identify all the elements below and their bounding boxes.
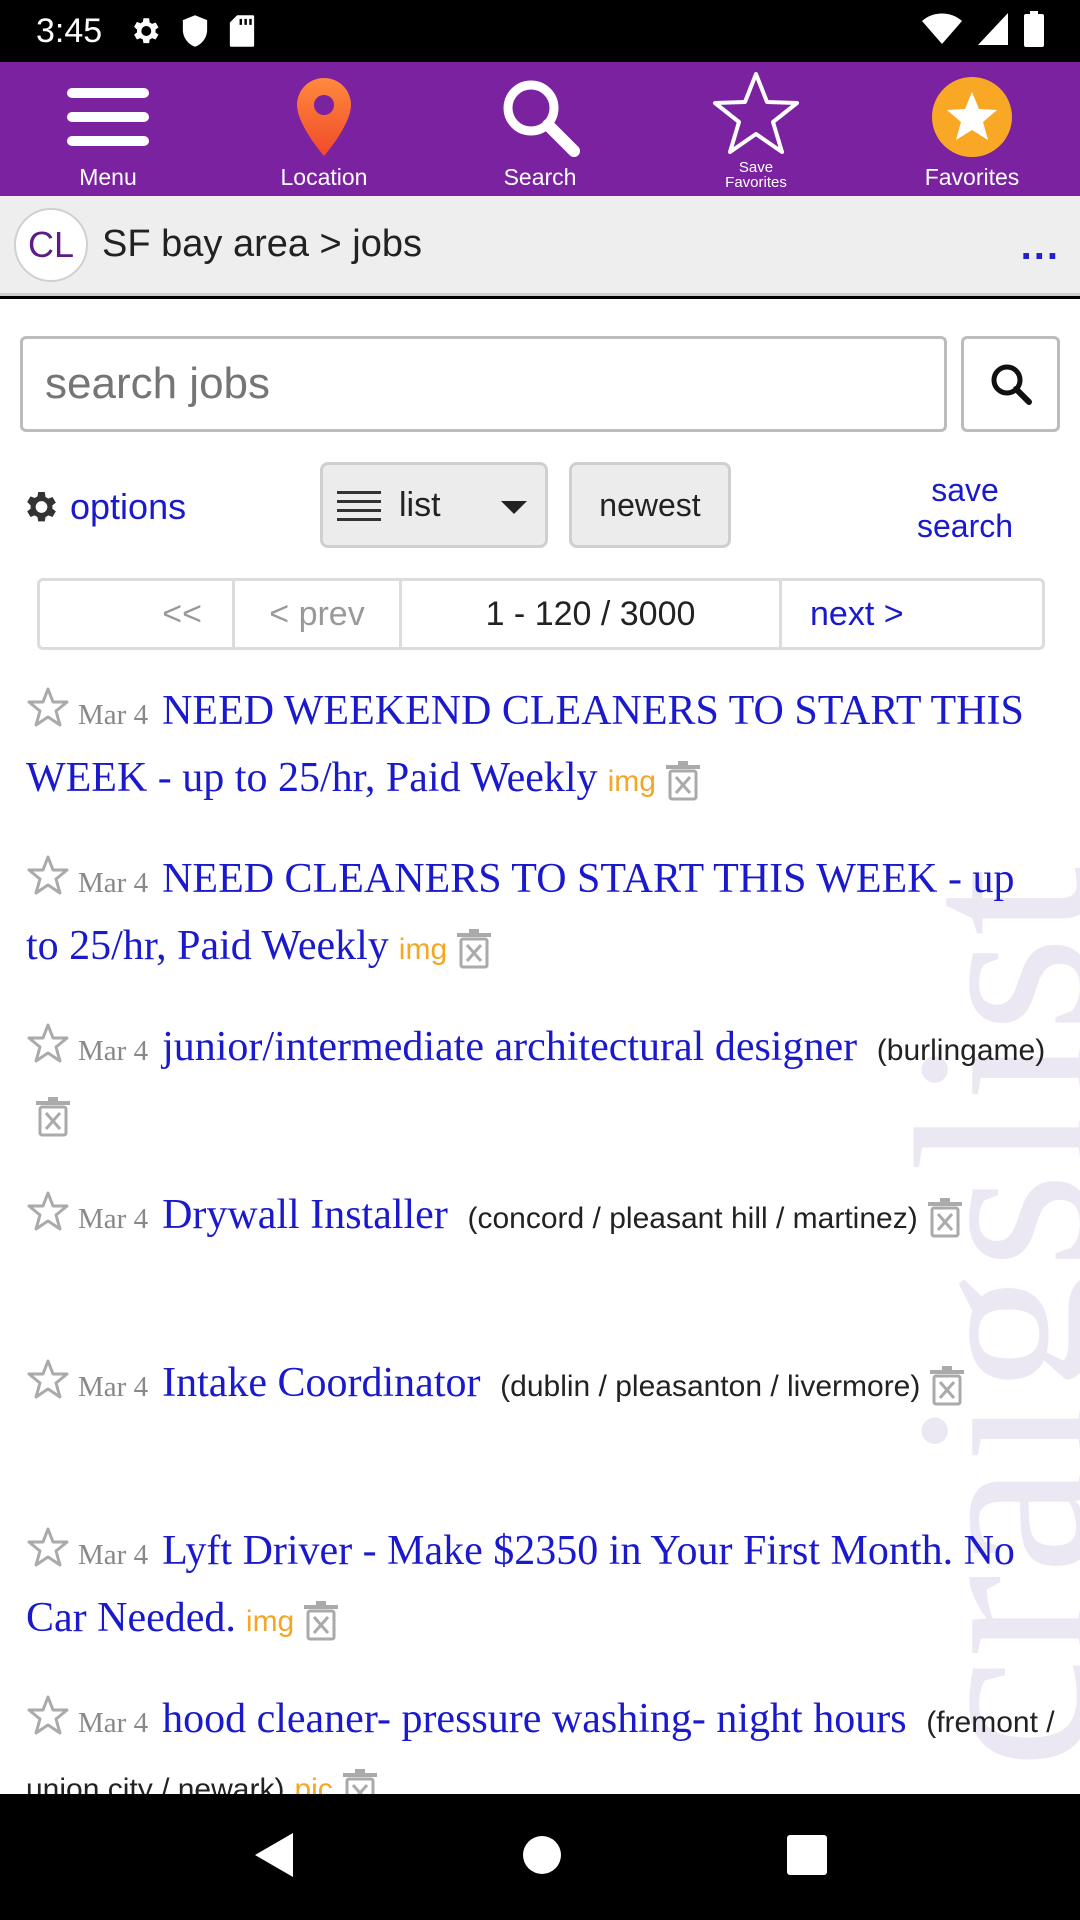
status-time: 3:45 bbox=[36, 11, 103, 50]
more-options-button[interactable]: ... bbox=[1021, 224, 1060, 269]
post-location: (concord / pleasant hill / martinez) bbox=[467, 1202, 918, 1235]
battery-icon bbox=[1024, 10, 1044, 52]
list-item: Mar 4 Lyft Driver - Make $2350 in Your Fi… bbox=[26, 1519, 1056, 1658]
post-title-link[interactable]: NEED CLEANERS TO START THIS WEEK - up to… bbox=[26, 856, 1015, 969]
chevron-down-icon bbox=[501, 501, 527, 514]
system-nav-bar bbox=[0, 1794, 1080, 1920]
post-title-link[interactable]: Intake Coordinator bbox=[162, 1360, 480, 1406]
page-range: 1 - 120 / 3000 bbox=[402, 581, 782, 647]
post-date: Mar 4 bbox=[78, 1203, 149, 1235]
main-content: craigslist options list newest savesearc… bbox=[0, 299, 1080, 1794]
hide-post-icon[interactable] bbox=[455, 924, 493, 986]
craigslist-logo[interactable]: CL bbox=[14, 207, 88, 282]
view-mode-select[interactable]: list bbox=[320, 462, 548, 548]
post-date: Mar 4 bbox=[78, 1707, 149, 1739]
list-item: Mar 4 Intake Coordinator (dublin / pleasa… bbox=[26, 1351, 1056, 1423]
star-outline-icon bbox=[711, 66, 801, 160]
first-page-button[interactable]: << bbox=[40, 581, 235, 647]
menu-label: Menu bbox=[79, 164, 137, 190]
list-item: Mar 4 NEED CLEANERS TO START THIS WEEK - … bbox=[26, 847, 1056, 986]
search-nav-label: Search bbox=[503, 164, 577, 190]
star-badge-icon bbox=[931, 70, 1013, 164]
search-input[interactable] bbox=[20, 336, 947, 432]
post-date: Mar 4 bbox=[78, 867, 149, 899]
hide-post-icon[interactable] bbox=[664, 756, 702, 818]
post-tag: pic bbox=[294, 1773, 333, 1794]
post-location: (dublin / pleasanton / livermore) bbox=[500, 1370, 921, 1403]
list-item: Mar 4 NEED WEEKEND CLEANERS TO START THIS… bbox=[26, 679, 1056, 818]
options-row: options list newest save search bbox=[20, 462, 1060, 552]
post-tag: img bbox=[607, 765, 656, 798]
favorite-star-icon[interactable] bbox=[26, 683, 70, 745]
options-label: options bbox=[70, 486, 187, 527]
hide-post-icon[interactable] bbox=[34, 1092, 72, 1154]
location-pin-icon bbox=[294, 70, 354, 164]
breadcrumb-bar: CL SF bay area > jobs ... bbox=[0, 196, 1080, 296]
hide-post-icon[interactable] bbox=[928, 1361, 966, 1423]
list-item: Mar 4 hood cleaner- pressure washing- nig… bbox=[26, 1687, 1056, 1794]
location-button[interactable]: Location bbox=[216, 62, 432, 196]
post-date: Mar 4 bbox=[78, 699, 149, 731]
pagination: << < prev 1 - 120 / 3000 next > bbox=[37, 578, 1045, 650]
favorite-star-icon[interactable] bbox=[26, 1355, 70, 1417]
location-label: Location bbox=[280, 164, 368, 190]
next-page-button[interactable]: next > bbox=[782, 581, 1042, 647]
settings-icon bbox=[128, 14, 162, 48]
view-mode-label: list bbox=[399, 485, 441, 524]
favorite-star-icon[interactable] bbox=[26, 1187, 70, 1249]
recents-icon[interactable] bbox=[787, 1834, 828, 1880]
prev-page-button[interactable]: < prev bbox=[235, 581, 402, 647]
options-button[interactable]: options bbox=[20, 486, 186, 528]
search-nav-button[interactable]: Search bbox=[432, 62, 648, 196]
favorite-star-icon[interactable] bbox=[26, 1523, 70, 1585]
save-favorites-label: Save Favorites bbox=[725, 159, 787, 191]
post-title-link[interactable]: NEED WEEKEND CLEANERS TO START THIS WEEK… bbox=[26, 688, 1024, 801]
gear-icon bbox=[20, 487, 60, 527]
post-title-link[interactable]: Lyft Driver - Make $2350 in Your First M… bbox=[26, 1528, 1015, 1641]
list-icon bbox=[337, 491, 381, 521]
search-submit-button[interactable] bbox=[961, 336, 1060, 432]
favorite-star-icon[interactable] bbox=[26, 1691, 70, 1753]
sort-button[interactable]: newest bbox=[569, 462, 731, 548]
favorites-label: Favorites bbox=[924, 164, 1020, 190]
favorites-button[interactable]: Favorites bbox=[864, 62, 1080, 196]
search-icon bbox=[500, 70, 580, 164]
list-item: Mar 4 junior/intermediate architectural d… bbox=[26, 1015, 1056, 1154]
cell-signal-icon bbox=[978, 12, 1008, 50]
save-search-link[interactable]: save search bbox=[900, 472, 1030, 544]
post-date: Mar 4 bbox=[78, 1371, 149, 1403]
wifi-icon bbox=[922, 13, 962, 50]
list-item: Mar 4 Drywall Installer (concord / pleasa… bbox=[26, 1183, 1056, 1255]
save-favorites-button[interactable]: Save Favorites bbox=[648, 62, 864, 196]
post-date: Mar 4 bbox=[78, 1539, 149, 1571]
search-row bbox=[20, 336, 1060, 432]
search-icon bbox=[991, 364, 1032, 405]
status-bar: 3:45 bbox=[0, 0, 1080, 62]
hide-post-icon[interactable] bbox=[341, 1764, 379, 1794]
app-toolbar: Menu Location Search Save Favorites Favor… bbox=[0, 62, 1080, 196]
shield-icon bbox=[180, 14, 210, 48]
breadcrumb[interactable]: SF bay area > jobs bbox=[102, 223, 422, 266]
sd-card-icon bbox=[228, 14, 256, 48]
post-title-link[interactable]: Drywall Installer bbox=[162, 1192, 448, 1238]
menu-button[interactable]: Menu bbox=[0, 62, 216, 196]
back-icon[interactable] bbox=[253, 1831, 297, 1884]
post-title-link[interactable]: junior/intermediate architectural design… bbox=[162, 1024, 857, 1070]
home-icon[interactable] bbox=[522, 1835, 562, 1880]
post-tag: img bbox=[245, 1605, 295, 1638]
favorite-star-icon[interactable] bbox=[26, 1019, 70, 1081]
post-date: Mar 4 bbox=[78, 1035, 149, 1067]
hide-post-icon[interactable] bbox=[926, 1193, 964, 1255]
post-tag: img bbox=[398, 933, 448, 966]
post-title-link[interactable]: hood cleaner- pressure washing- night ho… bbox=[162, 1696, 906, 1742]
menu-icon bbox=[67, 70, 149, 164]
favorite-star-icon[interactable] bbox=[26, 851, 70, 913]
post-location: (burlingame) bbox=[876, 1034, 1046, 1067]
hide-post-icon[interactable] bbox=[302, 1596, 340, 1658]
